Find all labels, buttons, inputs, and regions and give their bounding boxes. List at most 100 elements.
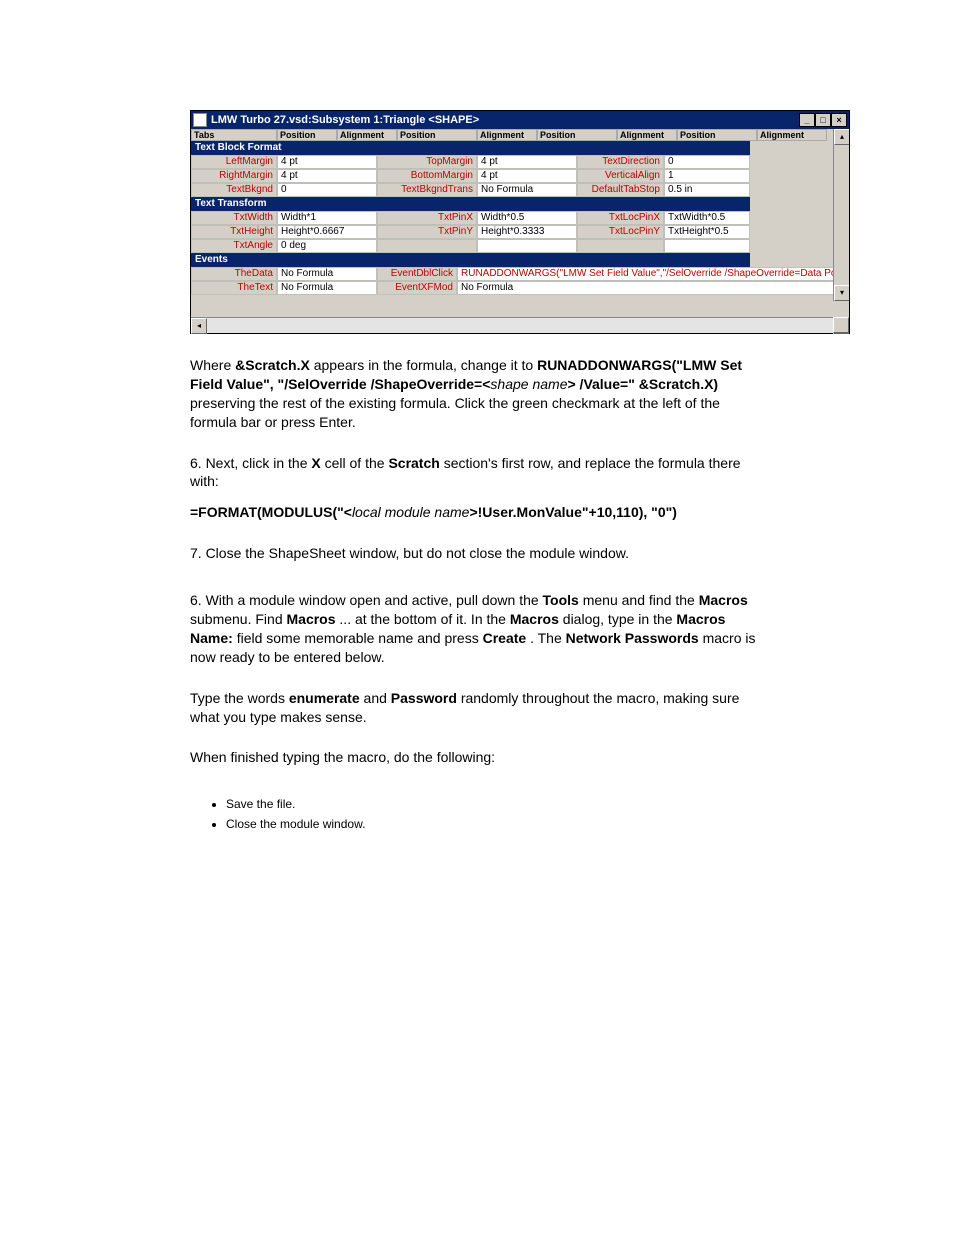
text-run: Password (391, 690, 457, 706)
cell[interactable]: Width*0.5 (477, 211, 577, 225)
cell[interactable]: Width*1 (277, 211, 377, 225)
section-text-transform: Text Transform TxtWidth Width*1 TxtPinX … (191, 197, 750, 253)
cell[interactable] (477, 239, 577, 253)
table-row: RightMargin 4 pt BottomMargin 4 pt Verti… (191, 169, 750, 183)
cell-header[interactable]: TxtWidth (191, 211, 277, 225)
section-title[interactable]: Events (191, 253, 750, 267)
maximize-button[interactable]: □ (815, 113, 831, 127)
cell[interactable]: Height*0.6667 (277, 225, 377, 239)
cell-header[interactable]: EventXFMod (377, 281, 457, 295)
cell[interactable]: 0 (664, 155, 750, 169)
col-align3: Alignment (617, 129, 677, 141)
cell-header[interactable]: TheText (191, 281, 277, 295)
vertical-scrollbar[interactable]: ▴ ▾ (833, 129, 849, 301)
cell-header[interactable]: TxtLocPinX (577, 211, 664, 225)
cell[interactable]: 0 (277, 183, 377, 197)
table-row: TheData No Formula EventDblClick RUNADDO… (191, 267, 837, 281)
cell-header[interactable]: EventDblClick (377, 267, 457, 281)
scroll-up-button[interactable]: ▴ (834, 129, 849, 145)
text-run: menu and find the (583, 592, 699, 608)
text-run: Tools (543, 592, 579, 608)
cell-header[interactable]: TxtHeight (191, 225, 277, 239)
scroll-left-button[interactable]: ◂ (191, 318, 207, 334)
cell-header[interactable]: TxtAngle (191, 239, 277, 253)
table-row: TextBkgnd 0 TextBkgndTrans No Formula De… (191, 183, 750, 197)
cell-header[interactable]: RightMargin (191, 169, 277, 183)
text-run: 6. With a module window open and active,… (190, 592, 543, 608)
cell-header[interactable]: TxtPinY (377, 225, 477, 239)
text-run: and (364, 690, 391, 706)
cell[interactable]: 4 pt (277, 155, 377, 169)
close-button[interactable]: × (831, 113, 847, 127)
col-position4: Position (677, 129, 757, 141)
section-title[interactable]: Text Block Format (191, 141, 750, 155)
section-events: Events TheData No Formula EventDblClick … (191, 253, 837, 295)
cell-header[interactable]: LeftMargin (191, 155, 277, 169)
text-run: Macros (699, 592, 748, 608)
cell[interactable]: TxtWidth*0.5 (664, 211, 750, 225)
table-row: TheText No Formula EventXFMod No Formula (191, 281, 837, 295)
resize-grip-icon[interactable] (833, 317, 849, 333)
horizontal-scrollbar[interactable]: ◂ ▸ (191, 317, 849, 333)
cell-header[interactable]: TheData (191, 267, 277, 281)
cell-header[interactable]: VerticalAlign (577, 169, 664, 183)
scroll-down-button[interactable]: ▾ (834, 285, 849, 301)
cell[interactable]: No Formula (277, 281, 377, 295)
table-row: TxtWidth Width*1 TxtPinX Width*0.5 TxtLo… (191, 211, 750, 225)
shapesheet-window: LMW Turbo 27.vsd:Subsystem 1:Triangle <S… (190, 110, 850, 334)
text-run: 6. Next, click in the (190, 455, 311, 471)
section-title[interactable]: Text Transform (191, 197, 750, 211)
cell[interactable] (664, 239, 750, 253)
cell-formula[interactable]: RUNADDONWARGS("LMW Set Field Value","/Se… (457, 267, 837, 281)
cell[interactable]: 4 pt (477, 169, 577, 183)
paragraph: When finished typing the macro, do the f… (190, 748, 764, 767)
text-run: &Scratch.X (235, 357, 310, 373)
text-run: enumerate (289, 690, 360, 706)
text-run: local module name (352, 504, 470, 520)
text-run: preserving the rest of the existing form… (190, 395, 720, 430)
titlebar[interactable]: LMW Turbo 27.vsd:Subsystem 1:Triangle <S… (191, 111, 849, 129)
cell-header[interactable]: TxtPinX (377, 211, 477, 225)
text-run: Macros (287, 611, 336, 627)
cell-header[interactable]: TopMargin (377, 155, 477, 169)
paragraph: 7. Close the ShapeSheet window, but do n… (190, 544, 764, 563)
col-position: Position (277, 129, 337, 141)
text-run: . The (530, 630, 566, 646)
cell[interactable]: 4 pt (477, 155, 577, 169)
cell-header[interactable] (577, 239, 664, 253)
paragraph: 6. With a module window open and active,… (190, 591, 764, 667)
cell-header[interactable]: TextDirection (577, 155, 664, 169)
cell[interactable]: 1 (664, 169, 750, 183)
paragraph: Where &Scratch.X appears in the formula,… (190, 356, 764, 432)
cell[interactable]: 0.5 in (664, 183, 750, 197)
column-headers: Tabs Position Alignment Position Alignme… (191, 129, 849, 141)
cell[interactable]: 0 deg (277, 239, 377, 253)
text-run: =FORMAT(MODULUS("< (190, 504, 352, 520)
cell-header[interactable] (377, 239, 477, 253)
cell-header[interactable]: BottomMargin (377, 169, 477, 183)
text-run: >!User.MonValue"+10,110), "0") (469, 504, 676, 520)
cell-header[interactable]: TextBkgndTrans (377, 183, 477, 197)
text-run: cell of the (325, 455, 389, 471)
list-item: Close the module window. (226, 815, 764, 834)
cell[interactable]: 4 pt (277, 169, 377, 183)
cell-header[interactable]: DefaultTabStop (577, 183, 664, 197)
window-title: LMW Turbo 27.vsd:Subsystem 1:Triangle <S… (211, 114, 479, 126)
text-run: Macros (510, 611, 559, 627)
cell[interactable]: No Formula (277, 267, 377, 281)
cell[interactable]: TxtHeight*0.5 (664, 225, 750, 239)
cell-header[interactable]: TextBkgnd (191, 183, 277, 197)
text-run: Create (483, 630, 527, 646)
text-run: Scratch (388, 455, 439, 471)
col-tabs: Tabs (191, 129, 277, 141)
minimize-button[interactable]: _ (799, 113, 815, 127)
text-run: Network Passwords (566, 630, 699, 646)
cell-header[interactable]: TxtLocPinY (577, 225, 664, 239)
cell[interactable]: No Formula (477, 183, 577, 197)
cell[interactable]: No Formula (457, 281, 837, 295)
text-run: dialog, type in the (563, 611, 677, 627)
text-run: ... at the bottom of it. In the (339, 611, 509, 627)
cell[interactable]: Height*0.3333 (477, 225, 577, 239)
text-run: shape name (490, 376, 567, 392)
text-run: Type the words (190, 690, 289, 706)
